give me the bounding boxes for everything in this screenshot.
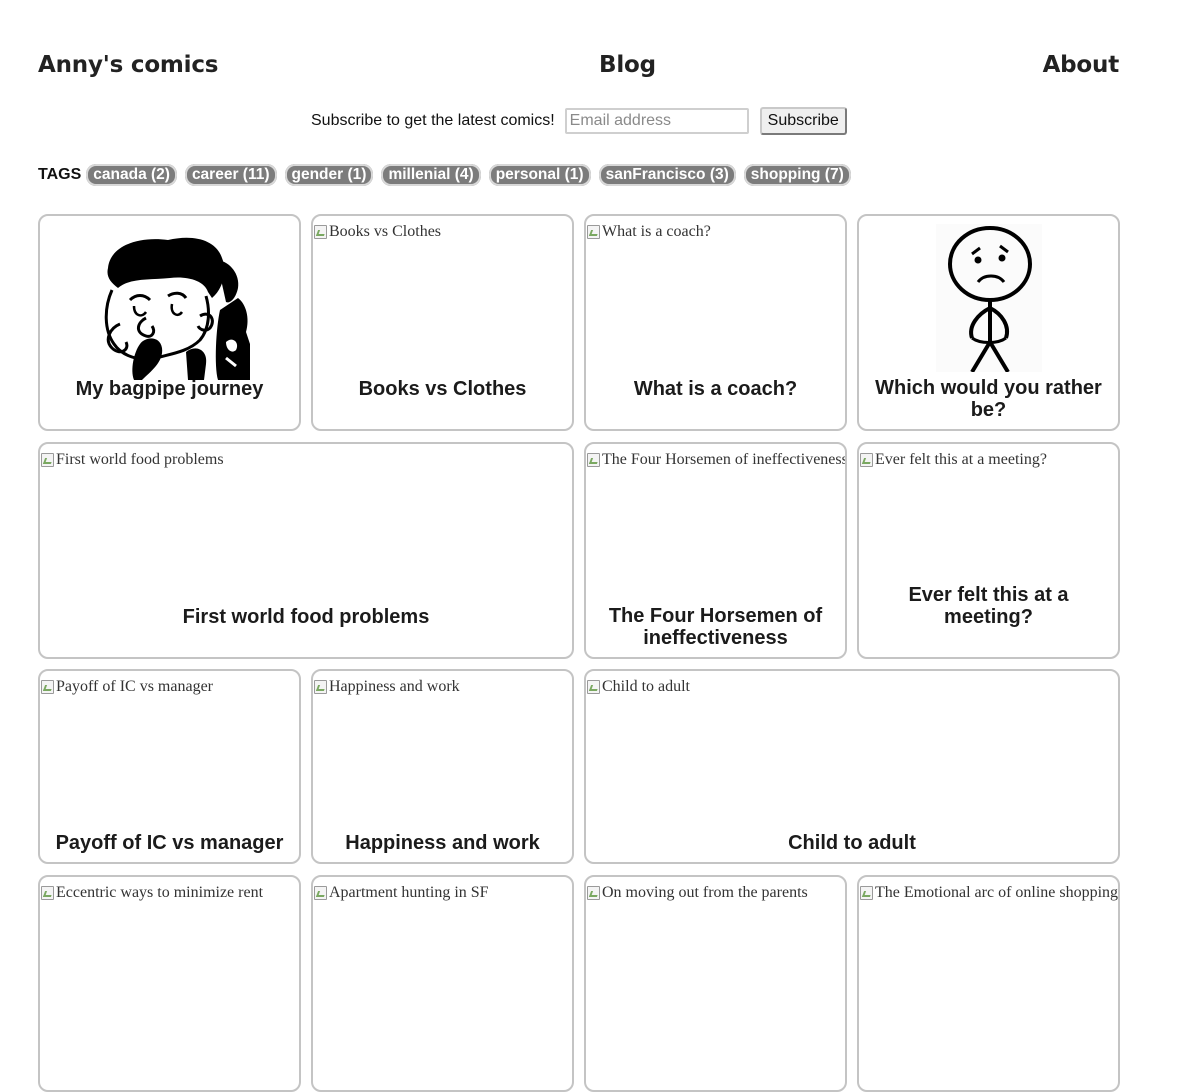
broken-image-icon bbox=[586, 452, 602, 468]
comic-image-alt: The Four Horsemen of ineffectiveness bbox=[602, 451, 847, 468]
broken-image-icon bbox=[859, 452, 875, 468]
comic-title[interactable]: What is a coach? bbox=[590, 378, 841, 401]
comic-card[interactable]: Which would you rather be? bbox=[857, 214, 1120, 431]
tags-bar: TAGS canada (2) career (11) gender (1) m… bbox=[38, 164, 859, 186]
broken-image-icon bbox=[313, 224, 329, 240]
comic-thumbnail: The Four Horsemen of ineffectiveness bbox=[586, 451, 847, 469]
comic-image-alt: Payoff of IC vs manager bbox=[56, 678, 213, 695]
tag-personal[interactable]: personal (1) bbox=[488, 164, 591, 186]
comic-title[interactable]: Payoff of IC vs manager bbox=[44, 832, 295, 855]
comic-thumbnail: Apartment hunting in SF bbox=[313, 884, 489, 902]
comic-thumbnail: On moving out from the parents bbox=[586, 884, 808, 902]
comic-image-alt: Ever felt this at a meeting? bbox=[875, 451, 1047, 468]
blog-link[interactable]: Blog bbox=[599, 52, 656, 78]
comic-thumbnail: Books vs Clothes bbox=[313, 223, 441, 241]
subscribe-form: Subscribe to get the latest comics! Subs… bbox=[311, 107, 847, 135]
tag-shopping[interactable]: shopping (7) bbox=[743, 164, 851, 186]
comic-thumbnail: Child to adult bbox=[586, 678, 690, 696]
comic-card[interactable]: Books vs Clothes Books vs Clothes bbox=[311, 214, 574, 431]
comic-card[interactable]: The Four Horsemen of ineffectiveness The… bbox=[584, 442, 847, 659]
broken-image-icon bbox=[313, 679, 329, 695]
comic-card[interactable]: Eccentric ways to minimize rent bbox=[38, 875, 301, 1092]
subscribe-button[interactable]: Subscribe bbox=[759, 107, 847, 135]
tag-sanfrancisco[interactable]: sanFrancisco (3) bbox=[598, 164, 736, 186]
broken-image-icon bbox=[40, 885, 56, 901]
top-nav: Anny's comics Blog About bbox=[38, 52, 1119, 84]
comic-title[interactable]: The Four Horsemen of ineffectiveness bbox=[590, 605, 841, 649]
tag-millenial[interactable]: millenial (4) bbox=[381, 164, 481, 186]
tag-gender[interactable]: gender (1) bbox=[284, 164, 374, 186]
broken-image-icon bbox=[859, 885, 875, 901]
comic-title[interactable]: First world food problems bbox=[44, 606, 568, 629]
broken-image-icon bbox=[313, 885, 329, 901]
broken-image-icon bbox=[586, 885, 602, 901]
comic-thumbnail: What is a coach? bbox=[586, 223, 711, 241]
subscribe-label: Subscribe to get the latest comics! bbox=[311, 112, 555, 129]
home-link[interactable]: Anny's comics bbox=[38, 52, 218, 78]
comic-image-alt: What is a coach? bbox=[602, 223, 711, 240]
comic-thumbnail: The Emotional arc of online shopping bbox=[859, 884, 1118, 902]
comic-image-alt: Apartment hunting in SF bbox=[329, 884, 489, 901]
comic-card[interactable]: Apartment hunting in SF bbox=[311, 875, 574, 1092]
comic-title[interactable]: Happiness and work bbox=[317, 832, 568, 855]
email-input[interactable] bbox=[564, 108, 749, 134]
stick-figure-comic-image bbox=[935, 224, 1042, 372]
tag-career[interactable]: career (11) bbox=[184, 164, 277, 186]
comic-thumbnail: Payoff of IC vs manager bbox=[40, 678, 213, 696]
bagpipe-comic-image bbox=[89, 232, 250, 380]
broken-image-icon bbox=[586, 224, 602, 240]
comic-card[interactable]: Ever felt this at a meeting? Ever felt t… bbox=[857, 442, 1120, 659]
comic-title[interactable]: My bagpipe journey bbox=[44, 378, 295, 401]
comic-image-alt: The Emotional arc of online shopping bbox=[875, 884, 1119, 901]
broken-image-icon bbox=[40, 679, 56, 695]
comic-title[interactable]: Ever felt this at a meeting? bbox=[863, 584, 1114, 628]
comic-thumbnail: Ever felt this at a meeting? bbox=[859, 451, 1047, 469]
comic-image-alt: Eccentric ways to minimize rent bbox=[56, 884, 264, 901]
broken-image-icon bbox=[40, 452, 56, 468]
comic-image-alt: Books vs Clothes bbox=[329, 223, 442, 240]
comic-image-alt: On moving out from the parents bbox=[602, 884, 808, 901]
tags-label: TAGS bbox=[38, 166, 82, 183]
comic-thumbnail: First world food problems bbox=[40, 451, 224, 469]
comic-card[interactable]: First world food problems First world fo… bbox=[38, 442, 574, 659]
comic-card[interactable]: Payoff of IC vs manager Payoff of IC vs … bbox=[38, 669, 301, 864]
comic-card[interactable]: What is a coach? What is a coach? bbox=[584, 214, 847, 431]
comic-image-alt: First world food problems bbox=[56, 451, 224, 468]
comic-title[interactable]: Child to adult bbox=[590, 832, 1114, 855]
comic-title[interactable]: Books vs Clothes bbox=[317, 378, 568, 401]
comic-image-alt: Happiness and work bbox=[329, 678, 460, 695]
comic-card[interactable]: Child to adult Child to adult bbox=[584, 669, 1120, 864]
comic-card[interactable]: Happiness and work Happiness and work bbox=[311, 669, 574, 864]
comic-thumbnail: Eccentric ways to minimize rent bbox=[40, 884, 263, 902]
comic-thumbnail: Happiness and work bbox=[313, 678, 460, 696]
comic-card[interactable]: The Emotional arc of online shopping bbox=[857, 875, 1120, 1092]
comic-card[interactable]: On moving out from the parents bbox=[584, 875, 847, 1092]
comic-card[interactable]: My bagpipe journey bbox=[38, 214, 301, 431]
tag-canada[interactable]: canada (2) bbox=[86, 164, 177, 186]
comic-image-alt: Child to adult bbox=[602, 678, 690, 695]
comic-title[interactable]: Which would you rather be? bbox=[863, 377, 1114, 421]
broken-image-icon bbox=[586, 679, 602, 695]
about-link[interactable]: About bbox=[1043, 52, 1120, 78]
